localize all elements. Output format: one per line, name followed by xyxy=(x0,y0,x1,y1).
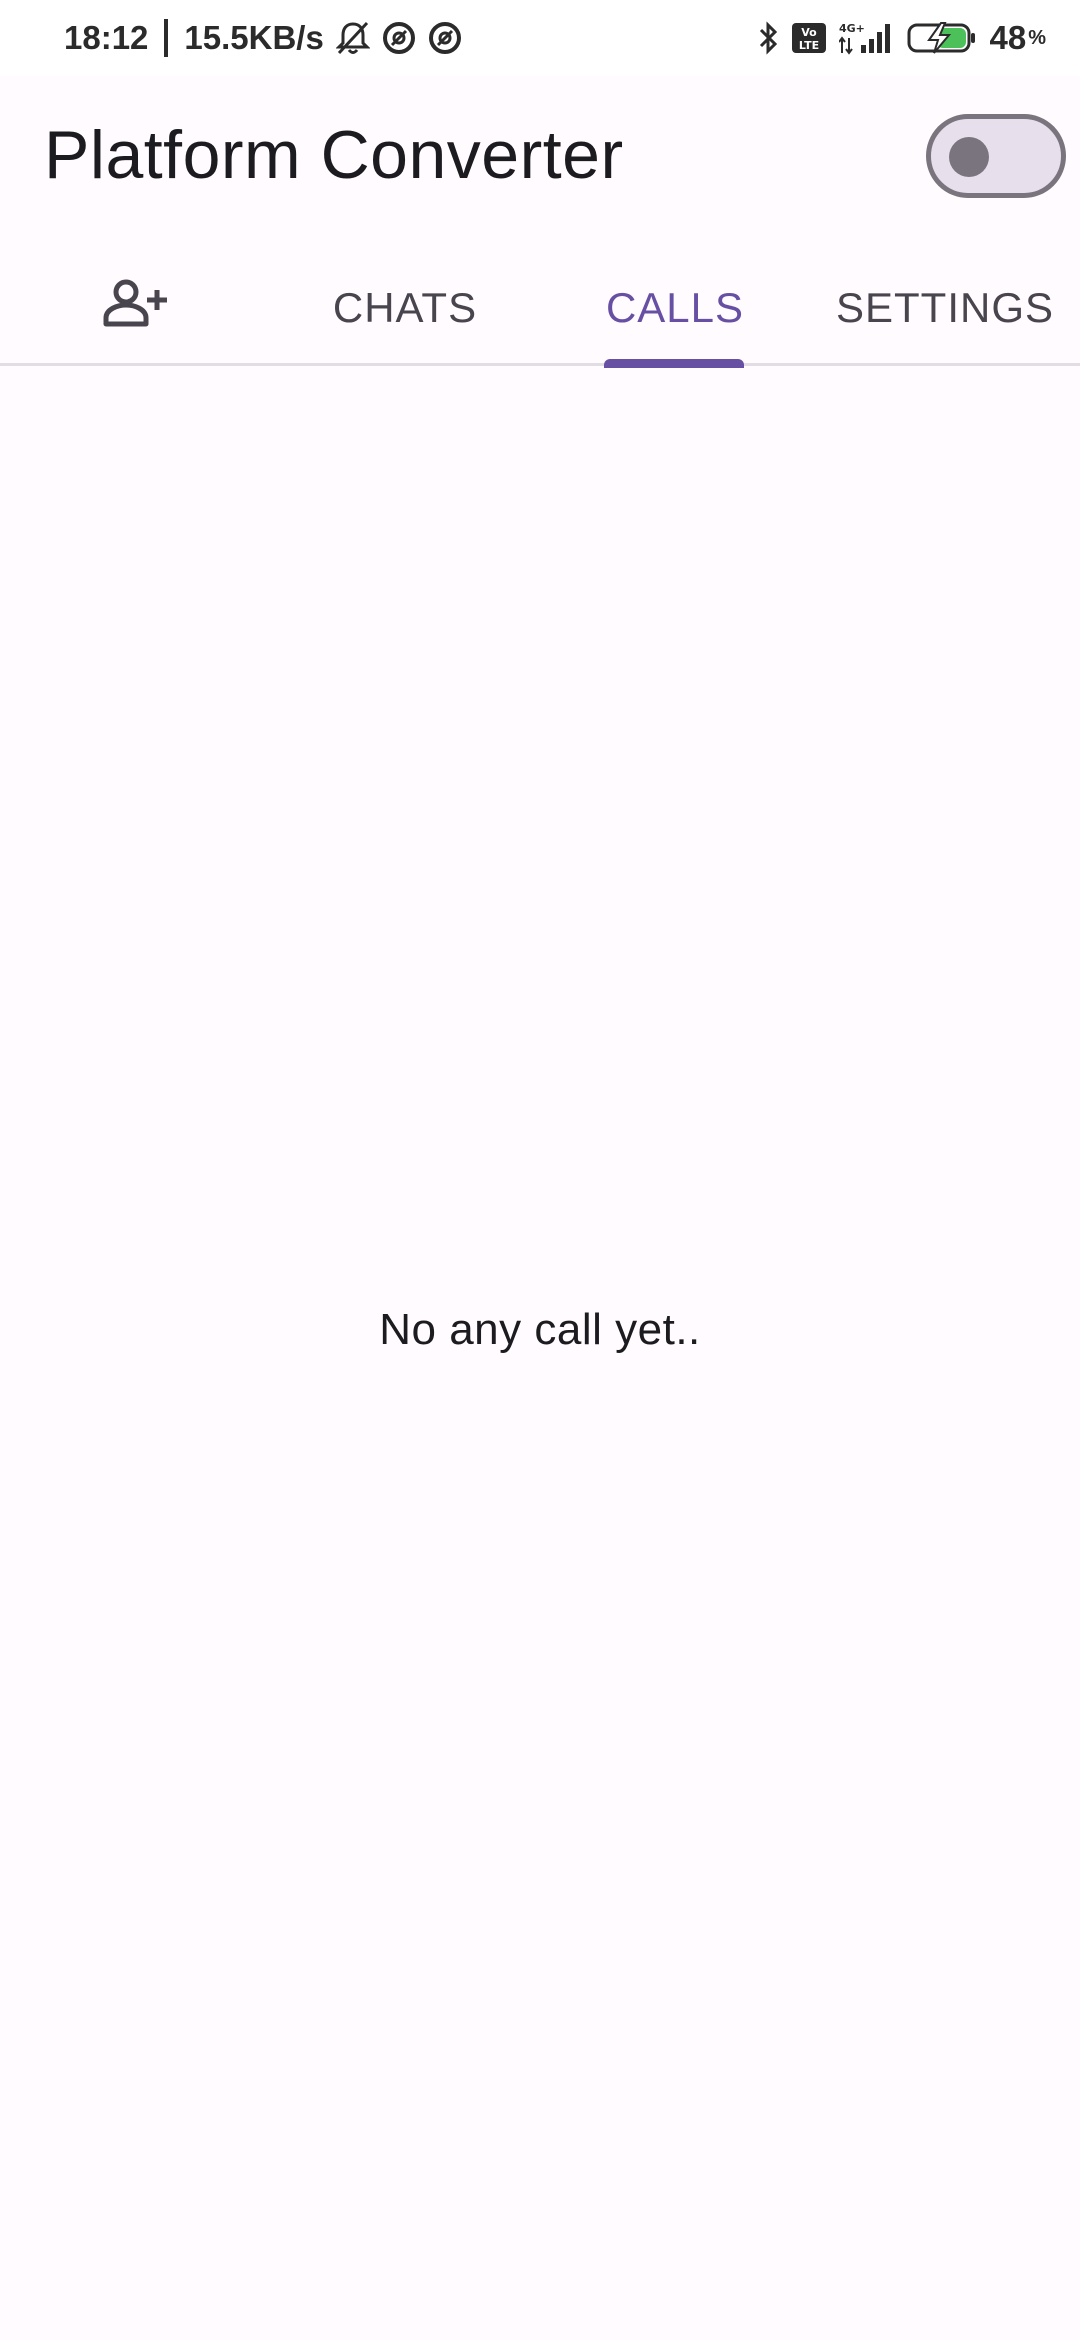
tab-add-contact[interactable] xyxy=(0,250,270,366)
tab-calls[interactable]: CALLS xyxy=(540,250,810,366)
network-speed: 15.5KB/s xyxy=(184,19,324,56)
volte-icon: Vo LTE xyxy=(791,22,827,54)
signal-4g-icon: 4G+ xyxy=(839,21,895,55)
svg-text:4G+: 4G+ xyxy=(839,22,865,35)
status-time: 18:12 xyxy=(64,19,149,56)
calls-list-empty-state: No any call yet.. xyxy=(0,366,1080,2340)
tab-chats[interactable]: CHATS xyxy=(270,250,540,366)
circle-a-icon xyxy=(382,21,416,55)
svg-text:LTE: LTE xyxy=(799,39,819,52)
tab-bar: CHATS CALLS SETTINGS xyxy=(0,250,1080,368)
status-bar-left: 18:12 15.5KB/s xyxy=(64,19,462,57)
page-title: Platform Converter xyxy=(44,117,624,193)
app-bar: Platform Converter xyxy=(0,76,1080,236)
empty-state-message: No any call yet.. xyxy=(379,1305,701,1354)
switch-thumb xyxy=(949,137,989,177)
add-person-icon xyxy=(102,278,168,338)
status-divider xyxy=(164,19,169,57)
battery-level: 48 xyxy=(989,19,1027,56)
bell-off-icon xyxy=(335,20,370,56)
circle-a-icon xyxy=(428,21,462,55)
status-bar: 18:12 15.5KB/s Vo LTE 4G+ 48 % xyxy=(0,0,1080,76)
theme-toggle-switch[interactable] xyxy=(926,114,1066,198)
battery-unit: % xyxy=(1028,26,1046,49)
bluetooth-icon xyxy=(757,20,779,56)
tab-settings[interactable]: SETTINGS xyxy=(810,250,1080,366)
status-bar-right: Vo LTE 4G+ 48% xyxy=(757,19,1046,57)
svg-text:Vo: Vo xyxy=(802,26,818,39)
battery-charging-icon xyxy=(907,21,977,55)
